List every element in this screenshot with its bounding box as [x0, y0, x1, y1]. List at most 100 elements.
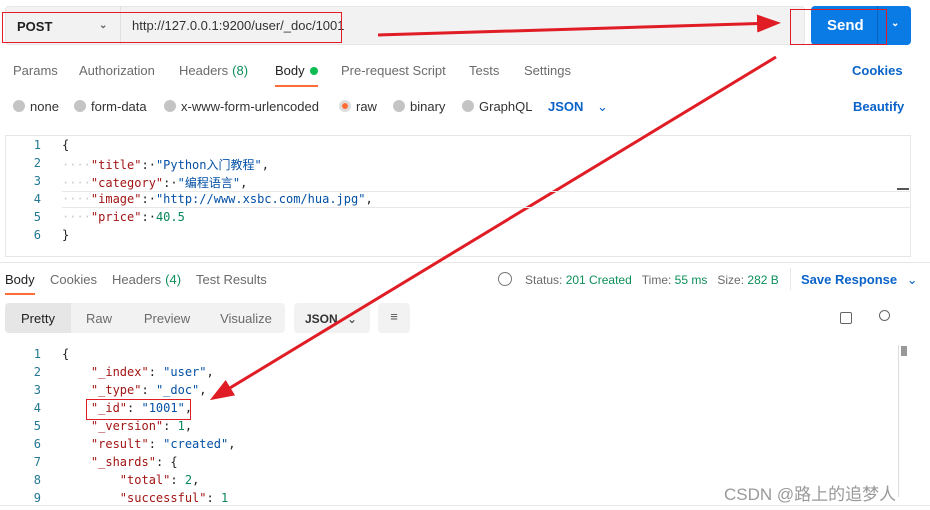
comma: ,: [206, 365, 214, 379]
tab-label: Headers: [179, 63, 229, 78]
comma: ,: [192, 473, 200, 487]
line-number: 9: [33, 491, 41, 505]
code-line: "_index": "user",: [62, 365, 214, 379]
tab-label: Test Results: [196, 272, 267, 287]
tab-label: Authorization: [79, 63, 155, 78]
code-line: ····"price":·40.5: [62, 210, 185, 224]
json-key: "_id": [90, 401, 128, 415]
json-number: 2: [184, 473, 193, 487]
line-number: 1: [33, 347, 41, 361]
comma: ,: [199, 383, 207, 397]
line-number: 5: [33, 419, 41, 433]
tab-params[interactable]: Params: [13, 63, 58, 78]
response-tab-test-results[interactable]: Test Results: [196, 272, 267, 287]
radio-form-data[interactable]: [74, 100, 86, 112]
json-string: "created": [163, 437, 229, 451]
tab-settings[interactable]: Settings: [524, 63, 571, 78]
json-number: 40.5: [155, 210, 185, 224]
radio-x-www-form-urlencoded[interactable]: [164, 100, 176, 112]
line-number: 3: [33, 174, 41, 188]
tab-label: Body: [5, 272, 35, 287]
json-key: "_type": [90, 383, 142, 397]
line-number: 6: [33, 437, 41, 451]
line-number: 7: [33, 455, 41, 469]
json-key: "_index": [90, 365, 149, 379]
json-number: 1: [220, 491, 229, 505]
response-tab-cookies[interactable]: Cookies: [50, 272, 97, 287]
json-string: "_doc": [155, 383, 200, 397]
line-number: 6: [33, 228, 41, 242]
radio-GraphQL[interactable]: [462, 100, 474, 112]
json-key: "_version": [90, 419, 164, 433]
code-line: }: [62, 228, 69, 242]
arrow-to-send: [377, 14, 781, 37]
tab-count: (8): [232, 63, 249, 78]
radio-label: x-www-form-urlencoded: [181, 99, 319, 114]
comma: ,: [228, 437, 236, 451]
json-string: "Python入门教程": [155, 158, 262, 172]
code-line: ····"category":·"编程语言",: [62, 176, 248, 190]
code-line: ····"title":·"Python入门教程",: [62, 158, 269, 172]
tab-count: (4): [165, 272, 182, 287]
brace: {: [62, 138, 70, 152]
active-dot-icon: [309, 67, 318, 75]
json-key: "result": [90, 437, 149, 451]
code-line: "successful": 1: [62, 491, 228, 505]
tab-body[interactable]: Body: [275, 63, 318, 87]
line-number: 4: [33, 401, 41, 415]
line-number: 1: [33, 138, 41, 152]
tab-label: Headers: [112, 272, 162, 287]
code-line: {: [62, 347, 69, 361]
comma: ,: [240, 176, 248, 190]
code-line: "total": 2,: [62, 473, 200, 487]
brace: {: [62, 347, 70, 361]
json-key: "_shards": [90, 455, 156, 469]
code-line: "_type": "_doc",: [62, 383, 207, 397]
radio-binary[interactable]: [393, 100, 405, 112]
code-line: {: [62, 138, 69, 152]
tab-headers[interactable]: Headers (8): [179, 63, 248, 78]
line-number: 2: [33, 156, 41, 170]
json-string: "user": [163, 365, 207, 379]
tab-label: Settings: [524, 63, 571, 78]
radio-label: form-data: [91, 99, 147, 114]
json-number: 1: [177, 419, 185, 433]
radio-label: GraphQL: [479, 99, 533, 114]
comma: ,: [184, 401, 193, 415]
radio-raw[interactable]: [339, 100, 351, 112]
json-key: "category": [90, 176, 164, 190]
line-number: 2: [33, 365, 41, 379]
radio-label: none: [30, 99, 59, 114]
code-line: "_version": 1,: [62, 419, 192, 433]
radio-none[interactable]: [13, 100, 25, 112]
tab-label: Params: [13, 63, 58, 78]
tab-label: Pre-request Script: [341, 63, 446, 78]
json-string: "1001": [141, 401, 185, 415]
indent: ····: [62, 176, 91, 190]
line-number: 3: [33, 383, 41, 397]
indent: ····: [62, 210, 91, 224]
code-line: "_shards": {: [62, 455, 178, 469]
tab-label: Cookies: [50, 272, 97, 287]
response-tab-headers[interactable]: Headers (4): [112, 272, 181, 287]
active-underline: [275, 85, 318, 87]
comma: ,: [261, 158, 269, 172]
tab-tests[interactable]: Tests: [469, 63, 499, 78]
tab-authorization[interactable]: Authorization: [79, 63, 155, 78]
tab-pre-request-script[interactable]: Pre-request Script: [341, 63, 446, 78]
code-line: "result": "created",: [62, 437, 236, 451]
indent: ····: [62, 158, 91, 172]
response-tab-body[interactable]: Body: [5, 272, 35, 295]
current-line-highlight: [62, 191, 910, 208]
json-key: "title": [90, 158, 142, 172]
json-key: "successful": [119, 491, 207, 505]
active-underline: [5, 293, 35, 295]
